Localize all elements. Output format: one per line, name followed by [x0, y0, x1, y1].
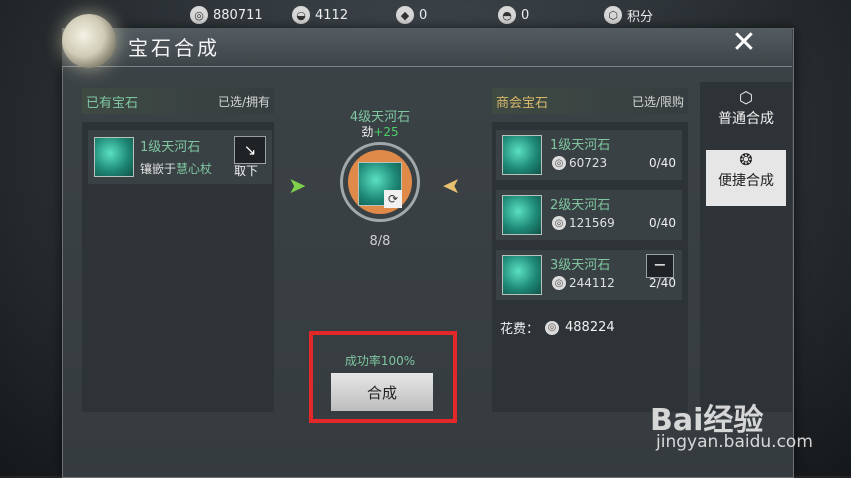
baidu-watermark-url: jingyan.baidu.com — [656, 432, 813, 452]
gem-icon — [502, 135, 542, 175]
combine-button[interactable]: 合成 — [331, 373, 433, 411]
shop-gem-count: 0/40 — [649, 156, 676, 170]
shop-gem-price: ◎ 244112 — [552, 276, 615, 290]
page-title: 宝石合成 — [128, 36, 220, 60]
target-gem-stat: 劲+25 — [361, 125, 399, 139]
owned-gems-header: 已有宝石 已选/拥有 — [82, 88, 274, 114]
points-icon: ⬡ — [604, 6, 622, 24]
shop-gems-subtitle: 已选/限购 — [631, 95, 684, 109]
coin-icon: ◎ — [552, 216, 566, 230]
swirl-icon: ❂ — [739, 150, 753, 169]
coin-icon: ◎ — [545, 320, 560, 335]
tab-normal-synthesis[interactable]: ⬡ 普通合成 — [706, 88, 786, 144]
material-count: 8/8 — [369, 234, 391, 249]
currency-silver: ◒ 4112 — [292, 5, 348, 25]
gold-bowl-icon: ◓ — [498, 6, 516, 24]
gem-icon — [94, 137, 134, 177]
shop-gem-name: 2级天河石 — [550, 198, 611, 213]
arrow-right-icon: ➤ — [288, 174, 307, 199]
remove-label: 取下 — [234, 164, 259, 178]
gem-icon — [502, 195, 542, 235]
silver-bowl-icon: ◒ — [292, 6, 310, 24]
shop-gem-item[interactable]: 3级天河石 ◎ 244112 2/40 − — [496, 250, 682, 300]
shop-gem-count: 0/40 — [649, 216, 676, 230]
close-button[interactable]: ✕ — [727, 28, 761, 58]
shop-gem-name: 1级天河石 — [550, 138, 611, 153]
shop-gems-header: 商会宝石 已选/限购 — [492, 88, 688, 114]
currency-points[interactable]: ⬡ 积分 — [604, 5, 653, 25]
gem-icon — [502, 255, 542, 295]
shop-gems-title: 商会宝石 — [496, 96, 549, 111]
hexagon-icon: ⬡ — [739, 88, 753, 107]
owned-gem-name: 1级天河石 — [140, 140, 201, 155]
coin-icon: ◎ — [190, 6, 208, 24]
shop-gem-price: ◎ 60723 — [552, 156, 607, 170]
currency-coin: ◎ 880711 — [190, 5, 263, 25]
success-rate: 成功率100% — [344, 354, 416, 368]
tab-quick-synthesis[interactable]: ❂ 便捷合成 — [706, 150, 786, 206]
owned-gem-location: 镶嵌于慧心杖 — [140, 162, 213, 176]
refresh-icon[interactable]: ⟳ — [384, 190, 402, 208]
minus-button[interactable]: − — [646, 254, 674, 278]
owned-gems-title: 已有宝石 — [86, 96, 139, 111]
moon-icon — [62, 14, 116, 68]
coin-icon: ◎ — [552, 276, 566, 290]
shop-gem-item[interactable]: 1级天河石 ◎ 60723 0/40 — [496, 130, 682, 180]
shop-gem-item[interactable]: 2级天河石 ◎ 121569 0/40 — [496, 190, 682, 240]
shop-gem-name: 3级天河石 — [550, 258, 611, 273]
shop-gem-price: ◎ 121569 — [552, 216, 615, 230]
currency-jade: ◆ 0 — [396, 5, 427, 25]
shop-gem-count: 2/40 — [649, 276, 676, 290]
owned-gems-subtitle: 已选/拥有 — [217, 95, 270, 109]
remove-gem-button[interactable]: ↘ — [234, 136, 266, 164]
jade-icon: ◆ — [396, 6, 414, 24]
total-cost: 花费： ◎ 488224 — [500, 320, 615, 337]
arrow-left-icon: ➤ — [442, 174, 461, 199]
currency-gold: ◓ 0 — [498, 5, 529, 25]
currency-bar: ◎ 880711 ◒ 4112 ◆ 0 ◓ 0 ⬡ 积分 — [0, 0, 851, 30]
coin-icon: ◎ — [552, 156, 566, 170]
